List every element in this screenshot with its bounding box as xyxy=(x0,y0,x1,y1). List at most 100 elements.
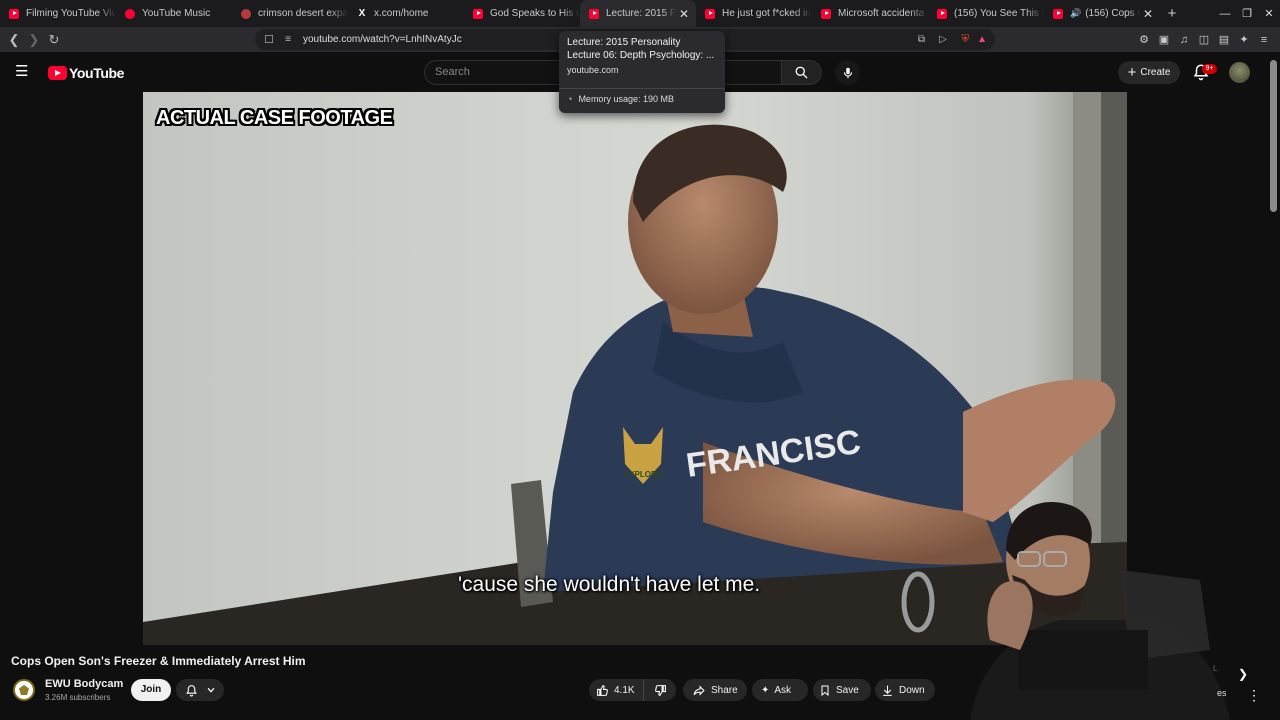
youtube-icon xyxy=(589,8,599,19)
partial-label: es xyxy=(1217,688,1227,698)
youtube-icon xyxy=(705,8,715,19)
microphone-icon xyxy=(843,67,852,78)
dislike-button[interactable] xyxy=(644,679,676,701)
watermark-text: EXPLORE xyxy=(624,470,663,479)
leo-ai-icon[interactable]: ✦ xyxy=(1234,33,1254,46)
wallet-icon[interactable]: ▣ xyxy=(1154,33,1174,46)
tab-title: x.com/home xyxy=(374,8,429,19)
tab-title: (156) You See This B xyxy=(954,8,1044,19)
menu-icon[interactable]: ≡ xyxy=(1254,34,1274,46)
youtube-icon xyxy=(821,8,831,19)
browser-tab[interactable]: God Speaks to His C xyxy=(464,0,580,27)
browser-tab[interactable]: YouTube Music xyxy=(116,0,232,27)
search-button[interactable] xyxy=(782,60,822,85)
forward-icon[interactable]: ❯ xyxy=(24,32,44,48)
send-icon[interactable]: ▷ xyxy=(939,34,947,45)
extensions-icon[interactable]: ⚙ xyxy=(1134,33,1154,46)
x-icon: X xyxy=(358,7,366,19)
minimize-icon[interactable]: — xyxy=(1214,8,1236,20)
save-button[interactable]: Save xyxy=(813,679,871,701)
plus-icon: + xyxy=(1127,64,1137,81)
like-button[interactable]: 4.1K xyxy=(589,679,644,701)
close-tab-icon[interactable]: ✕ xyxy=(1140,7,1156,21)
share-button[interactable]: Share xyxy=(683,679,747,701)
tab-title: Lecture: 2015 Pe xyxy=(606,8,676,19)
browser-tab-strip: Filming YouTube Vid YouTube Music crimson … xyxy=(0,0,1280,27)
tab-title: Filming YouTube Vid xyxy=(26,8,116,19)
youtube-icon xyxy=(1053,8,1063,19)
bookmark-icon[interactable]: ☐ xyxy=(259,33,279,46)
url-text[interactable]: youtube.com/watch?v=LnhINvAtyJc xyxy=(303,34,462,45)
browser-tab[interactable]: 🔊 (156) Cops Op✕ xyxy=(1044,0,1160,27)
ask-button[interactable]: ✦ Ask xyxy=(752,679,808,701)
tab-title: God Speaks to His C xyxy=(490,8,580,19)
tab-title: He just got f*cked in xyxy=(722,8,811,19)
tab-title: YouTube Music xyxy=(142,8,211,19)
youtube-logo[interactable]: YouTube xyxy=(48,65,124,81)
thumbs-up-icon xyxy=(597,684,608,696)
preview-title-line2: Lecture 06: Depth Psychology: ... xyxy=(567,50,715,61)
save-label: Save xyxy=(836,684,859,696)
open-in-app-icon[interactable]: ⧉ xyxy=(918,34,925,45)
reload-icon[interactable]: ↻ xyxy=(44,32,64,48)
webcam-feed xyxy=(970,502,1230,720)
channel-avatar[interactable] xyxy=(13,679,35,701)
rewards-icon[interactable]: ▲ xyxy=(977,34,987,45)
sidebar-icon[interactable]: ◫ xyxy=(1194,33,1214,46)
brave-shields-icon[interactable]: ⛨ xyxy=(962,34,970,45)
preview-title-line1: Lecture: 2015 Personality xyxy=(567,37,681,48)
youtube-icon xyxy=(473,8,483,19)
bookmark-icon xyxy=(821,685,829,696)
share-label: Share xyxy=(711,684,738,696)
toolbar-actions: ⚙ ▣ ♫ ◫ ▤ ✦ ≡ xyxy=(1134,27,1274,52)
youtube-music-icon xyxy=(125,8,135,19)
like-dislike-group: 4.1K xyxy=(589,679,676,701)
preview-domain: youtube.com xyxy=(567,65,619,75)
browser-tab[interactable]: (156) You See This B xyxy=(928,0,1044,27)
tab-title: Microsoft accidenta xyxy=(838,8,925,19)
tab-title: (156) Cops Op xyxy=(1085,8,1140,19)
memory-usage-row: ◔ Memory usage: 190 MB xyxy=(559,88,725,109)
download-button[interactable]: Down xyxy=(875,679,935,701)
site-info-icon[interactable]: ≡ xyxy=(279,34,297,45)
join-button[interactable]: Join xyxy=(131,679,171,701)
more-options-icon[interactable]: ⋮ xyxy=(1246,685,1262,705)
channel-name[interactable]: EWU Bodycam xyxy=(45,678,123,690)
browser-tab[interactable]: Microsoft accidenta xyxy=(812,0,928,27)
browser-tab[interactable]: Xx.com/home xyxy=(348,0,464,27)
browser-tab[interactable]: crimson desert expa xyxy=(232,0,348,27)
hamburger-menu-icon[interactable]: ☰ xyxy=(15,63,33,81)
browser-tab[interactable]: Lecture: 2015 Pe ✕ xyxy=(580,0,696,27)
create-button[interactable]: + Create xyxy=(1118,61,1180,84)
browser-tab[interactable]: Filming YouTube Vid xyxy=(0,0,116,27)
faded-control-icon: L xyxy=(1213,664,1218,673)
share-icon xyxy=(693,684,705,696)
search-icon xyxy=(795,66,808,79)
youtube-wordmark: YouTube xyxy=(69,65,125,81)
back-icon[interactable]: ❮ xyxy=(4,32,24,48)
youtube-play-icon xyxy=(48,66,67,80)
maximize-icon[interactable]: ❐ xyxy=(1236,7,1258,20)
tab-search-icon[interactable]: ▤ xyxy=(1214,33,1234,46)
close-window-icon[interactable]: ✕ xyxy=(1258,7,1280,20)
window-controls: — ❐ ✕ xyxy=(1214,0,1280,27)
chevron-right-icon[interactable]: ❯ xyxy=(1235,664,1251,684)
youtube-icon xyxy=(9,8,19,19)
create-label: Create xyxy=(1140,67,1171,78)
browser-tab[interactable]: He just got f*cked in xyxy=(696,0,812,27)
like-count: 4.1K xyxy=(614,684,635,696)
ask-label: Ask xyxy=(774,684,792,696)
close-tab-icon[interactable]: ✕ xyxy=(676,7,692,21)
user-avatar[interactable] xyxy=(1229,62,1250,83)
new-tab-icon[interactable]: + xyxy=(1160,5,1184,22)
memory-gauge-icon: ◔ xyxy=(567,94,573,104)
download-icon xyxy=(883,685,892,696)
subscribed-notifications-button[interactable] xyxy=(176,679,224,701)
webcam-overlay xyxy=(930,490,1230,720)
sparkle-icon: ✦ xyxy=(761,684,770,696)
speaker-icon[interactable]: 🔊 xyxy=(1070,8,1081,19)
page-scrollbar[interactable] xyxy=(1270,60,1277,212)
music-icon[interactable]: ♫ xyxy=(1174,34,1194,46)
voice-search-button[interactable] xyxy=(835,60,860,85)
memory-usage-text: Memory usage: 190 MB xyxy=(578,94,674,104)
